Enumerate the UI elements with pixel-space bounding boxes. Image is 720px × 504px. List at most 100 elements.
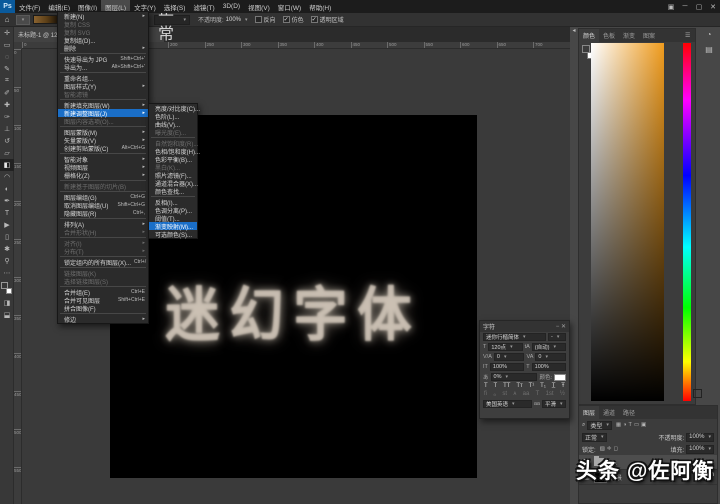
eraser-tool-icon[interactable]: ▱	[0, 147, 14, 159]
layer-fill-input[interactable]: 100% ▾	[686, 444, 714, 454]
lasso-tool-icon[interactable]: ◌	[0, 51, 14, 63]
learn-panel-icon[interactable]: ◔	[707, 30, 712, 39]
opentype-feature-button[interactable]: 1st	[546, 391, 554, 398]
menu-item[interactable]: 导出为... Alt+Shift+Ctrl+' ▸	[58, 63, 148, 72]
opentype-feature-button[interactable]: ᴀ	[513, 391, 516, 398]
menubar-item[interactable]: 视图(V)	[244, 0, 274, 13]
menubar-item[interactable]: 3D(D)	[219, 0, 244, 13]
workspace-icon[interactable]: ▣	[664, 0, 678, 13]
checkbox-icon[interactable]	[282, 16, 290, 23]
font-size-input[interactable]: 120点 ▾	[488, 343, 523, 351]
text-style-button[interactable]: T₁	[540, 383, 546, 389]
horizontal-scale-input[interactable]: 100%	[531, 363, 567, 371]
close-button[interactable]: ✕	[706, 0, 720, 13]
type-tool-icon[interactable]: T	[0, 207, 14, 219]
checkbox-icon[interactable]	[254, 16, 262, 23]
layers-panel-tab[interactable]: 图层	[579, 406, 600, 419]
options-checkbox[interactable]: 透明区域	[310, 15, 344, 24]
menubar-item[interactable]: 滤镜(T)	[189, 0, 218, 13]
menu-item[interactable]: 隐藏图层(R) Ctrl+, ▸	[58, 209, 148, 218]
kerning-input[interactable]: 0 ▾	[493, 353, 525, 361]
screen-mode-icon[interactable]: ⬓	[0, 309, 14, 321]
menu-item[interactable]: 分布(T) ▸	[58, 247, 148, 256]
marquee-tool-icon[interactable]: ▭	[0, 39, 14, 51]
zoom-tool-icon[interactable]: ⚲	[0, 255, 14, 267]
lock-option-icon[interactable]: ◻	[613, 446, 618, 452]
layers-panel-tab[interactable]: 通道	[599, 406, 619, 419]
layer-filter-icon[interactable]: ▦	[616, 422, 621, 428]
opentype-feature-button[interactable]: T	[536, 391, 540, 398]
tracking-input[interactable]: 0 ▾	[535, 353, 566, 361]
text-style-button[interactable]: T̲	[552, 383, 556, 389]
text-style-button[interactable]: T¹	[529, 383, 535, 389]
submenu-item[interactable]: 颜色查找...	[149, 187, 197, 196]
tool-preset-picker[interactable]: ▾	[16, 14, 30, 25]
layer-filter-icon[interactable]: ◑	[623, 422, 626, 428]
opentype-feature-button[interactable]: ½	[560, 391, 565, 398]
panel-menu-icon[interactable]: ☰	[685, 32, 690, 39]
clone-stamp-tool-icon[interactable]: ⊥	[0, 123, 14, 135]
foreground-color-swatch[interactable]	[1, 282, 8, 289]
language-select[interactable]: 美国英语 ▾	[483, 400, 532, 408]
layer-filter-icon[interactable]: ▣	[641, 422, 646, 428]
menu-item[interactable]: 创建剪贴蒙版(C) Alt+Ctrl+G ▸	[58, 144, 148, 153]
menu-item[interactable]: 新建基于图层的切片(B) ▸	[58, 182, 148, 191]
menu-item[interactable]: 图层内容选项(O)... ▸	[58, 117, 148, 126]
menu-item[interactable]: 删除 ▸	[58, 44, 148, 53]
layers-panel-tab[interactable]: 路径	[619, 406, 639, 419]
home-icon[interactable]: ⌂	[0, 15, 14, 24]
font-style-select[interactable]: - ▾	[548, 333, 566, 341]
menu-item[interactable]: 修边 ▸	[58, 315, 148, 324]
opentype-feature-button[interactable]: fi	[484, 391, 487, 398]
proportional-spacing-input[interactable]: 0% ▾	[490, 373, 538, 381]
hand-tool-icon[interactable]: ✱	[0, 243, 14, 255]
layer-filter-select[interactable]: 类型 ▾	[587, 420, 612, 430]
opentype-feature-button[interactable]: st	[502, 391, 507, 398]
antialias-select[interactable]: 平滑 ▾	[542, 400, 566, 408]
saturation-brightness-picker[interactable]	[591, 43, 664, 401]
opentype-feature-button[interactable]: ℴ	[493, 391, 496, 398]
submenu-item[interactable]: 曝光度(E)...	[149, 128, 197, 137]
menu-item[interactable]: 合并形状(H) ▸	[58, 228, 148, 237]
color-swatches[interactable]	[0, 281, 14, 297]
quick-selection-tool-icon[interactable]: ✎	[0, 63, 14, 75]
blur-tool-icon[interactable]: ◠	[0, 171, 14, 183]
menu-item[interactable]: 锁定组内的所有图层(X)... Ctrl+/ ▸	[58, 258, 148, 267]
layer-filter-icon[interactable]: T	[628, 422, 631, 428]
menubar-item[interactable]: 文件(F)	[15, 0, 44, 13]
collapse-panels-arrow[interactable]: ◂	[570, 27, 578, 405]
lock-option-icon[interactable]: ▨	[600, 446, 605, 452]
crop-tool-icon[interactable]: ⌗	[0, 75, 14, 87]
color-panel-tab[interactable]: 颜色	[579, 29, 600, 42]
libraries-panel-icon[interactable]: ▤	[705, 45, 713, 54]
text-style-button[interactable]: Tᴛ	[516, 383, 522, 389]
opentype-feature-button[interactable]: aa	[523, 391, 530, 398]
layer-filter-icon[interactable]: ▭	[634, 422, 639, 428]
leading-input[interactable]: (自动) ▾	[531, 343, 567, 351]
checkbox-icon[interactable]	[310, 16, 318, 23]
edit-toolbar-icon[interactable]: ⋯	[0, 267, 14, 279]
menu-item[interactable]: 拼合图像(F) ▸	[58, 304, 148, 313]
blend-mode-select[interactable]: 正常 ▾	[154, 2, 190, 43]
path-selection-tool-icon[interactable]: ▶	[0, 219, 14, 231]
foreground-color-swatch[interactable]	[582, 45, 590, 53]
submenu-item[interactable]: 可选颜色(S)...	[149, 230, 197, 239]
eyedropper-tool-icon[interactable]: ✐	[0, 87, 14, 99]
vertical-scale-input[interactable]: 100%	[489, 363, 525, 371]
text-style-button[interactable]: TT	[503, 383, 510, 389]
menubar-item[interactable]: 帮助(H)	[305, 0, 335, 13]
menu-item[interactable]: 选择链接图层(S) ▸	[58, 277, 148, 286]
panel-header-icons[interactable]: − ✕	[556, 323, 566, 330]
options-checkbox[interactable]: 反向	[254, 15, 276, 24]
text-style-button[interactable]: Ŧ	[561, 383, 565, 389]
color-panel-tab[interactable]: 色板	[599, 29, 619, 42]
minimize-button[interactable]: ─	[678, 0, 692, 13]
font-family-select[interactable]: 迷你行楷简体 ▾	[483, 333, 546, 341]
hue-slider[interactable]	[683, 43, 691, 401]
color-panel-tab[interactable]: 渐变	[619, 29, 639, 42]
menubar-item[interactable]: 窗口(W)	[274, 0, 305, 13]
options-checkbox[interactable]: 仿色	[282, 15, 304, 24]
opacity-value[interactable]: 100%	[226, 17, 241, 23]
text-style-button[interactable]: T	[494, 383, 498, 389]
move-tool-icon[interactable]: ✛	[0, 27, 14, 39]
